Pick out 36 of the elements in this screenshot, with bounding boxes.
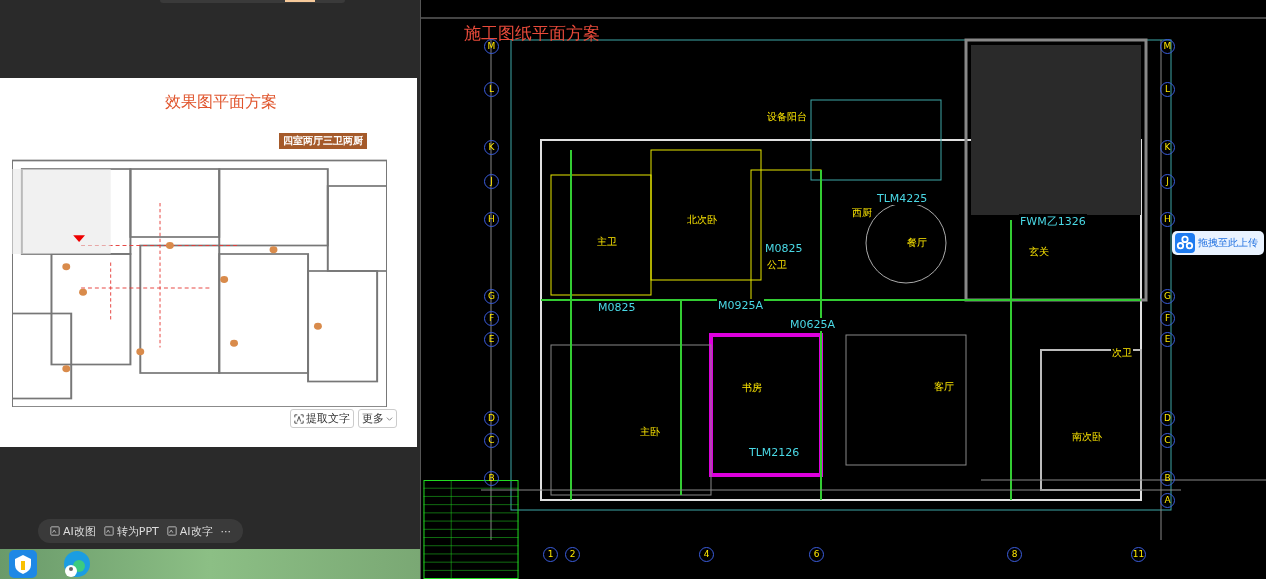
door-tag: FWM乙1326 (1019, 214, 1087, 229)
image-edit-icon (50, 526, 60, 536)
door-tag: TLM4225 (876, 192, 929, 205)
ai-edit-text-button[interactable]: AI改字 (166, 523, 213, 539)
room-label: 设备阳台 (766, 110, 808, 124)
room-label: 客厅 (933, 380, 955, 394)
cloud-icon (1175, 233, 1195, 253)
room-label: 餐厅 (906, 236, 928, 250)
browser-icon[interactable] (62, 549, 92, 579)
extract-text-button[interactable]: 提取文字 (290, 409, 354, 429)
door-tag: M0825 (764, 242, 804, 255)
slide-icon (103, 526, 114, 536)
door-tag: TLM2126 (748, 446, 801, 459)
shield-app-icon[interactable] (8, 549, 38, 579)
room-label: 主卫 (596, 235, 618, 249)
caret-icon (386, 415, 393, 423)
upload-button[interactable]: 拖拽至此上传 (1172, 231, 1264, 255)
image-title: 效果图平面方案 (165, 91, 277, 113)
more-button[interactable]: ··· (220, 524, 232, 538)
room-label: 西厨 (851, 206, 873, 220)
image-edit-icon (166, 526, 177, 536)
room-label: 主卧 (639, 425, 661, 439)
more-button[interactable]: 更多 (358, 409, 397, 429)
room-label: 公卫 (766, 258, 788, 272)
room-label: 玄关 (1028, 245, 1050, 259)
room-label: 南次卧 (1071, 430, 1103, 444)
text-scan-icon (294, 413, 304, 424)
door-tag: M0625A (789, 318, 836, 331)
convert-ppt-button[interactable]: 转为PPT (103, 523, 159, 539)
layout-badge: 四室两厅三卫两厨 (279, 132, 367, 149)
door-tag: M0925A (717, 299, 764, 312)
room-label: 书房 (741, 381, 763, 395)
room-label: 次卫 (1111, 346, 1133, 360)
room-label: 北次卧 (686, 213, 718, 227)
door-tag: M0825 (597, 301, 637, 314)
ai-edit-image-button[interactable]: AI改图 (50, 523, 96, 539)
